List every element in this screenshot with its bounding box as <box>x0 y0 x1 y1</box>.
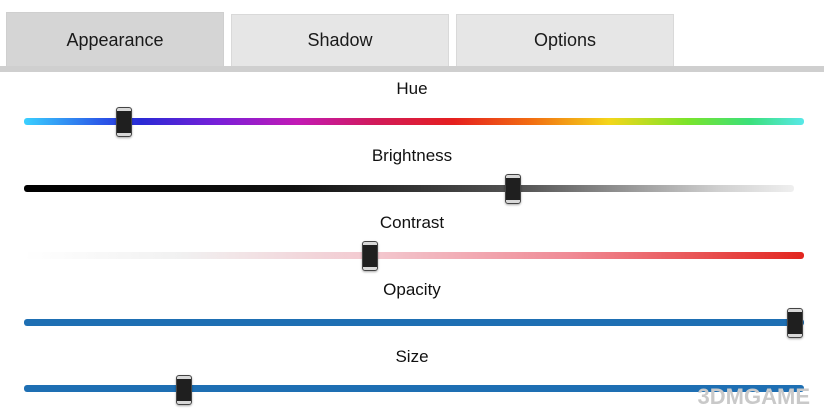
opacity-label: Opacity <box>383 280 441 299</box>
contrast-label: Contrast <box>379 213 445 232</box>
tab-bar: Appearance Shadow Options <box>0 0 824 72</box>
tab-options[interactable]: Options <box>456 14 674 66</box>
watermark-logo: 3DMGAME <box>697 384 810 409</box>
brightness-slider-track[interactable] <box>24 185 794 192</box>
size-slider-thumb[interactable] <box>176 375 192 405</box>
size-slider-track[interactable] <box>24 385 804 392</box>
tab-appearance[interactable]: Appearance <box>6 12 224 68</box>
brightness-label: Brightness <box>371 146 453 165</box>
hue-slider-track[interactable] <box>24 118 804 125</box>
hue-slider-thumb[interactable] <box>116 107 132 137</box>
tab-underline <box>0 66 824 72</box>
hue-label: Hue <box>396 79 428 98</box>
tab-shadow[interactable]: Shadow <box>231 14 449 66</box>
contrast-slider-thumb[interactable] <box>362 241 378 271</box>
brightness-slider-thumb[interactable] <box>505 174 521 204</box>
contrast-slider-track[interactable] <box>24 252 804 259</box>
opacity-slider-thumb[interactable] <box>787 308 803 338</box>
opacity-slider-track[interactable] <box>24 319 804 326</box>
size-label: Size <box>395 347 429 366</box>
